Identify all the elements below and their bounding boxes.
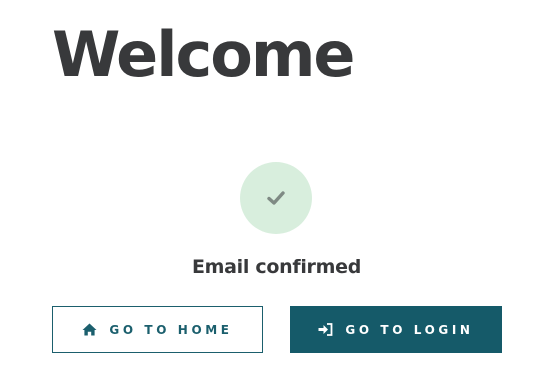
success-badge	[240, 162, 312, 234]
checkmark-icon	[266, 190, 286, 206]
go-to-home-label: GO TO HOME	[109, 322, 233, 337]
go-to-login-button[interactable]: GO TO LOGIN	[290, 306, 502, 353]
go-to-home-button[interactable]: GO TO HOME	[52, 306, 263, 353]
email-confirmation-page: Welcome Email confirmed GO TO HOME GO TO…	[0, 0, 553, 367]
status-message: Email confirmed	[191, 256, 361, 278]
home-icon	[82, 323, 97, 336]
go-to-login-label: GO TO LOGIN	[345, 322, 474, 337]
sign-in-icon	[318, 323, 333, 336]
page-title: Welcome	[52, 18, 355, 91]
